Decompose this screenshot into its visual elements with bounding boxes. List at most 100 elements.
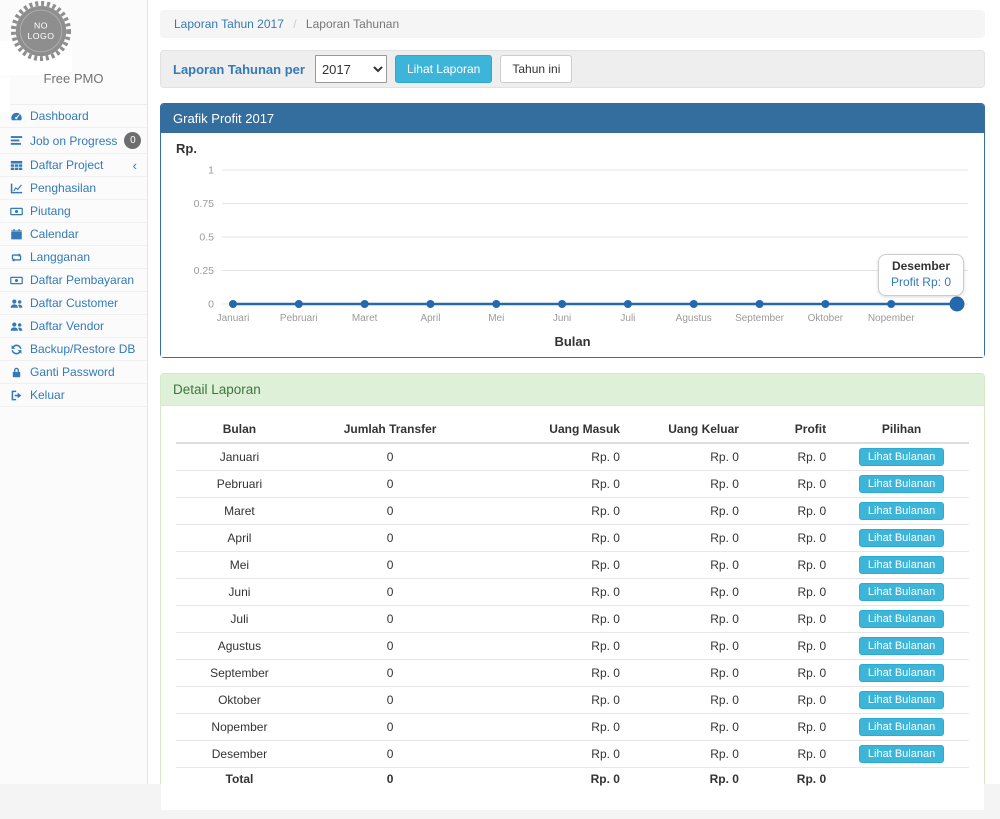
lihat-bulanan-button[interactable]: Lihat Bulanan	[859, 691, 944, 709]
sidebar-item-job-on-progress[interactable]: Job on Progress 0	[0, 128, 147, 154]
table-header-row: BulanJumlah TransferUang MasukUang Kelua…	[176, 416, 969, 443]
table-total-row: Total0Rp. 0Rp. 0Rp. 0	[176, 768, 969, 791]
cell-bulan: Juli	[176, 606, 303, 633]
sidebar-item-label: Job on Progress	[30, 134, 117, 148]
column-header-uang-masuk: Uang Masuk	[477, 416, 628, 443]
cell-bulan: Maret	[176, 498, 303, 525]
brand-name: Free PMO	[0, 71, 147, 86]
breadcrumb-current: Laporan Tahunan	[306, 17, 399, 31]
sidebar-item-label: Ganti Password	[30, 365, 115, 379]
column-header-bulan: Bulan	[176, 416, 303, 443]
cell-profit: Rp. 0	[747, 606, 834, 633]
breadcrumb-separator: /	[293, 17, 296, 31]
svg-text:Agustus: Agustus	[676, 313, 712, 324]
cell-uang-keluar: Rp. 0	[628, 471, 747, 498]
cell-jumlah-transfer: 0	[303, 606, 477, 633]
cell-bulan: Januari	[176, 443, 303, 471]
column-header-pilihan: Pilihan	[834, 416, 969, 443]
cell-uang-keluar: Rp. 0	[628, 498, 747, 525]
svg-text:Mei: Mei	[488, 313, 504, 324]
sidebar-item-daftar-project[interactable]: Daftar Project‹	[0, 154, 147, 177]
cell-uang-keluar: Rp. 0	[628, 552, 747, 579]
breadcrumb-link-laporan-tahun[interactable]: Laporan Tahun 2017	[174, 17, 284, 31]
users-icon	[10, 297, 23, 310]
cell-bulan: Desember	[176, 741, 303, 768]
cell-uang-keluar: Rp. 0	[628, 687, 747, 714]
svg-text:1: 1	[208, 165, 214, 177]
lihat-bulanan-button[interactable]: Lihat Bulanan	[859, 502, 944, 520]
profit-chart-panel: Grafik Profit 2017 Rp. 10.750.50.250Janu…	[160, 103, 985, 358]
cell-uang-keluar: Rp. 0	[628, 579, 747, 606]
cell-bulan: Nopember	[176, 714, 303, 741]
page: NO LOGO Free PMO DashboardJob on Progres…	[0, 0, 1000, 819]
sidebar-item-piutang[interactable]: Piutang	[0, 200, 147, 223]
cell-uang-keluar: Rp. 0	[628, 443, 747, 471]
chart-tooltip: Desember Profit Rp: 0	[878, 254, 964, 296]
sidebar-item-label: Calendar	[30, 227, 79, 241]
cell-uang-keluar: Rp. 0	[628, 525, 747, 552]
cell-profit: Rp. 0	[747, 498, 834, 525]
cell-uang-keluar: Rp. 0	[628, 741, 747, 768]
cell-jumlah-transfer: 0	[303, 552, 477, 579]
lihat-bulanan-button[interactable]: Lihat Bulanan	[859, 637, 944, 655]
cell-uang-masuk: Rp. 0	[477, 498, 628, 525]
cell-jumlah-transfer: 0	[303, 714, 477, 741]
cell-profit: Rp. 0	[747, 714, 834, 741]
lihat-bulanan-button[interactable]: Lihat Bulanan	[859, 529, 944, 547]
sidebar-item-penghasilan[interactable]: Penghasilan	[0, 177, 147, 200]
column-header-profit: Profit	[747, 416, 834, 443]
sidebar-item-daftar-pembayaran[interactable]: Daftar Pembayaran	[0, 269, 147, 292]
svg-text:Januari: Januari	[217, 313, 250, 324]
lihat-bulanan-button[interactable]: Lihat Bulanan	[859, 610, 944, 628]
lihat-laporan-button[interactable]: Lihat Laporan	[395, 55, 492, 84]
money-icon	[10, 205, 23, 218]
cell-profit: Rp. 0	[747, 471, 834, 498]
sidebar-item-langganan[interactable]: Langganan	[0, 246, 147, 269]
breadcrumb: Laporan Tahun 2017 / Laporan Tahunan	[160, 10, 985, 38]
lihat-bulanan-button[interactable]: Lihat Bulanan	[859, 556, 944, 574]
lihat-bulanan-button[interactable]: Lihat Bulanan	[859, 448, 944, 466]
sidebar-item-daftar-customer[interactable]: Daftar Customer	[0, 292, 147, 315]
sidebar-item-ganti-password[interactable]: Ganti Password	[0, 361, 147, 384]
count-badge: 0	[124, 132, 141, 149]
table-row-agustus: Agustus0Rp. 0Rp. 0Rp. 0Lihat Bulanan	[176, 633, 969, 660]
cell-uang-masuk: Rp. 0	[477, 525, 628, 552]
table-row-september: September0Rp. 0Rp. 0Rp. 0Lihat Bulanan	[176, 660, 969, 687]
cell-bulan: April	[176, 525, 303, 552]
chart-panel-title: Grafik Profit 2017	[161, 104, 984, 133]
lihat-bulanan-button[interactable]: Lihat Bulanan	[859, 745, 944, 763]
sidebar-item-label: Daftar Vendor	[30, 319, 104, 333]
cell-uang-masuk: Rp. 0	[477, 443, 628, 471]
tasks-icon	[10, 134, 23, 147]
tooltip-month: Desember	[891, 259, 951, 273]
svg-text:Juni: Juni	[553, 313, 571, 324]
table-row-januari: Januari0Rp. 0Rp. 0Rp. 0Lihat Bulanan	[176, 443, 969, 471]
cell-jumlah-transfer: 0	[303, 741, 477, 768]
lihat-bulanan-button[interactable]: Lihat Bulanan	[859, 475, 944, 493]
cell-jumlah-transfer: 0	[303, 687, 477, 714]
sidebar-item-dashboard[interactable]: Dashboard	[0, 105, 147, 128]
dashboard-icon	[10, 110, 23, 123]
sidebar-item-daftar-vendor[interactable]: Daftar Vendor	[0, 315, 147, 338]
lihat-bulanan-button[interactable]: Lihat Bulanan	[859, 664, 944, 682]
cell-bulan: Juni	[176, 579, 303, 606]
sidebar-item-calendar[interactable]: Calendar	[0, 223, 147, 246]
year-select[interactable]: 2017	[315, 55, 387, 83]
sidebar: NO LOGO Free PMO DashboardJob on Progres…	[0, 0, 148, 784]
lihat-bulanan-button[interactable]: Lihat Bulanan	[859, 718, 944, 736]
brand-logo-link[interactable]: NO LOGO Free PMO	[0, 41, 147, 112]
cell-bulan: September	[176, 660, 303, 687]
column-header-jumlah-transfer: Jumlah Transfer	[303, 416, 477, 443]
lihat-bulanan-button[interactable]: Lihat Bulanan	[859, 583, 944, 601]
svg-text:0.25: 0.25	[194, 265, 215, 277]
cell-jumlah-transfer: 0	[303, 660, 477, 687]
profit-line-chart: 10.750.50.250JanuariPebruariMaretAprilMe…	[176, 156, 971, 334]
cell-jumlah-transfer: 0	[303, 471, 477, 498]
layout: NO LOGO Free PMO DashboardJob on Progres…	[0, 0, 1000, 784]
svg-text:0: 0	[208, 299, 214, 311]
svg-text:Oktober: Oktober	[808, 313, 844, 324]
sidebar-item-backup-restore-db[interactable]: Backup/Restore DB	[0, 338, 147, 361]
sidebar-item-keluar[interactable]: Keluar	[0, 384, 147, 407]
sidebar-item-label: Daftar Pembayaran	[30, 273, 134, 287]
tahun-ini-button[interactable]: Tahun ini	[500, 55, 572, 84]
